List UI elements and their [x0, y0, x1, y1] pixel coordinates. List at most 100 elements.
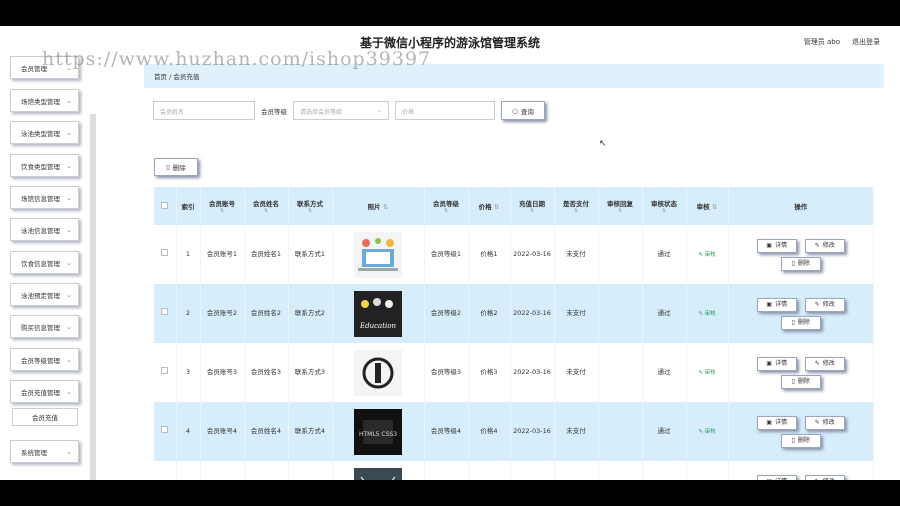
sidebar-item-2[interactable]: 泳池类型管理 ⌄	[10, 121, 79, 144]
cell-level: 会员等级1	[424, 225, 469, 284]
edit-button[interactable]: ✎修改	[804, 297, 845, 312]
sidebar-item-8[interactable]: 购买信息管理 ⌄	[10, 315, 79, 338]
batch-delete-button[interactable]: ▯ 删除	[154, 158, 198, 176]
cell-audit: ✎ 审核	[686, 343, 729, 402]
edit-button[interactable]: ✎修改	[804, 356, 845, 371]
cell-account: 会员账号4	[200, 402, 245, 461]
cell-audit: ✎ 审核	[686, 284, 729, 343]
sidebar-item-label: 泳池类型管理	[21, 129, 60, 138]
row-select[interactable]	[154, 225, 177, 284]
cell-phone: 联系方式2	[288, 284, 333, 343]
trash-icon: ▯	[166, 163, 170, 171]
header-photo[interactable]: 照片 ⇅	[332, 187, 425, 225]
header-level[interactable]: 会员等级 ⇅	[424, 187, 469, 225]
header-paid[interactable]: 是否支付 ⇅	[554, 187, 599, 225]
edit-button[interactable]: ✎修改	[804, 415, 845, 430]
mouse-cursor-icon: ↖	[599, 139, 607, 149]
logout-link[interactable]: 退出登录	[852, 37, 880, 47]
delete-button[interactable]: ▯ 删除	[780, 433, 821, 448]
sidebar-item-label: 购买信息管理	[21, 323, 60, 332]
chevron-down-icon: ⌄	[66, 128, 72, 137]
cell-account: 会员账号5	[200, 461, 245, 480]
row-checkbox[interactable]	[161, 367, 169, 375]
sidebar-item-4[interactable]: 场馆信息管理 ⌄	[10, 186, 79, 209]
select-all-header[interactable]	[154, 187, 177, 225]
header-index[interactable]: 索引	[176, 187, 201, 225]
member-name-input[interactable]: 会员姓名	[153, 101, 255, 120]
trash-icon: ▯	[791, 436, 795, 444]
cell-reply	[598, 402, 643, 461]
cell-reply	[598, 225, 643, 284]
audit-link[interactable]: ✎ 审核	[698, 252, 715, 258]
cell-status: 通过	[642, 402, 687, 461]
header-price[interactable]: 价格 ⇅	[468, 187, 511, 225]
header-account[interactable]: 会员账号 ⇅	[200, 187, 245, 225]
search-button[interactable]: ○ 查询	[501, 101, 545, 120]
edit-button[interactable]: ✎修改	[804, 238, 845, 253]
cell-status: 通过	[642, 225, 687, 284]
cell-actions: ▣详情 ✎修改 ▯删除	[728, 402, 874, 461]
delete-button[interactable]: ▯ 删除	[780, 315, 821, 330]
header-audit[interactable]: 审核 ⇅	[686, 187, 729, 225]
sidebar-scrollbar[interactable]	[90, 114, 96, 480]
cell-index: 5	[176, 461, 201, 480]
row-select[interactable]	[154, 284, 177, 343]
audit-link[interactable]: ✎ 审核	[698, 429, 715, 435]
svg-text:HTML5 CSS3: HTML5 CSS3	[359, 431, 397, 438]
chevron-down-icon: ⌄	[66, 258, 72, 267]
trash-icon: ▯	[791, 259, 795, 267]
user-label: 管理员 abo	[803, 38, 840, 46]
cell-phone: 联系方式5	[288, 461, 333, 480]
header-reply[interactable]: 审核回复 ⇅	[598, 187, 643, 225]
detail-button[interactable]: ▣详情	[756, 356, 797, 371]
sidebar-item-3[interactable]: 饮食类型管理 ⌄	[10, 154, 79, 177]
header-name[interactable]: 会员姓名 ⇅	[244, 187, 289, 225]
header-phone[interactable]: 联系方式 ⇅	[288, 187, 333, 225]
price-input[interactable]: 价格	[395, 101, 495, 120]
breadcrumb-current: 会员充值	[173, 73, 200, 81]
photo-thumbnail	[354, 349, 402, 396]
header-date[interactable]: 充值日期 ⇅	[510, 187, 555, 225]
sidebar-item-9[interactable]: 会员等级管理 ⌄	[10, 348, 79, 371]
delete-button[interactable]: ▯ 删除	[780, 256, 821, 271]
cell-level: 会员等级4	[424, 402, 469, 461]
cell-photo: HTML5 CSS3	[332, 402, 425, 461]
cell-index: 4	[176, 402, 201, 461]
cell-actions: ▣详情 ✎修改 ▯删除	[728, 225, 874, 284]
sidebar-item-10[interactable]: 会员充值管理 ⌄	[10, 380, 79, 403]
row-select[interactable]	[154, 343, 177, 402]
sidebar-item-6[interactable]: 饮食信息管理 ⌄	[10, 251, 79, 274]
breadcrumb-home[interactable]: 首页	[154, 73, 167, 81]
detail-button[interactable]: ▣详情	[756, 238, 797, 253]
cell-paid: 未支付	[554, 343, 599, 402]
cell-paid: 未支付	[554, 284, 599, 343]
audit-link[interactable]: ✎ 审核	[698, 311, 715, 317]
table-row: 5会员账号5会员姓名5联系方式5会员等级5价格52022-03-16未支付通过✎…	[154, 461, 874, 480]
level-select[interactable]: 请选择会员等级 ⌄	[293, 101, 389, 120]
sidebar-item-5[interactable]: 泳池信息管理 ⌄	[10, 218, 79, 241]
header-status[interactable]: 审核状态 ⇅	[642, 187, 687, 225]
select-all-checkbox[interactable]	[161, 201, 169, 209]
detail-button[interactable]: ▣详情	[756, 474, 797, 480]
delete-button[interactable]: ▯ 删除	[780, 374, 821, 389]
edit-button[interactable]: ✎修改	[804, 474, 845, 480]
row-checkbox[interactable]	[161, 426, 169, 434]
app-window: 基于微信小程序的游泳馆管理系统 管理员 abo 退出登录 https://www…	[0, 26, 900, 480]
row-select[interactable]	[154, 402, 177, 461]
audit-link[interactable]: ✎ 审核	[698, 370, 715, 376]
detail-icon: ▣	[766, 477, 772, 480]
sidebar-item-system[interactable]: 系统管理 ⌄	[10, 440, 79, 463]
main-content: 首页 / 会员充值 会员姓名 会员等级 请选择会员等级 ⌄ 价格 ○ 查询 ▯ 删除 …	[144, 64, 884, 480]
detail-icon: ▣	[766, 241, 773, 249]
detail-button[interactable]: ▣详情	[756, 297, 797, 312]
cell-level: 会员等级3	[424, 343, 469, 402]
detail-button[interactable]: ▣详情	[756, 415, 797, 430]
row-checkbox[interactable]	[161, 308, 169, 316]
row-select[interactable]	[154, 461, 177, 480]
row-checkbox[interactable]	[161, 249, 169, 257]
table-header-row: 索引 会员账号 ⇅ 会员姓名 ⇅ 联系方式 ⇅ 照片 ⇅ 会员等级 ⇅ 价格 ⇅ 充值日…	[154, 187, 874, 225]
sidebar-subitem-recharge[interactable]: 会员充值	[12, 408, 78, 426]
sidebar-item-7[interactable]: 泳池预定管理 ⌄	[10, 283, 79, 306]
sidebar-item-1[interactable]: 场馆类型管理 ⌄	[10, 89, 79, 112]
cell-audit: ✎ 审核	[686, 225, 729, 284]
